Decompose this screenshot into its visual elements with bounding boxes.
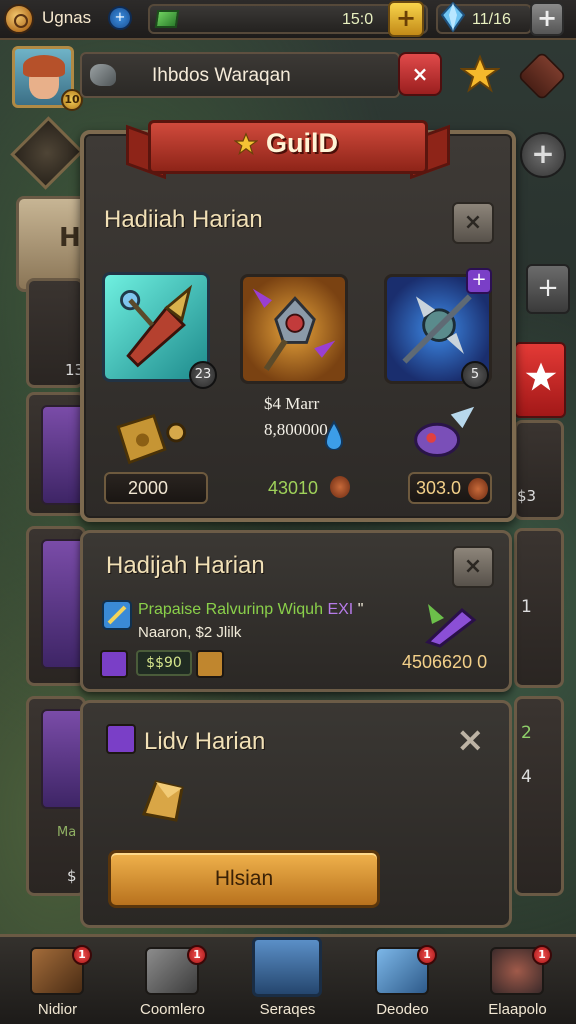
spiked-mace-icon bbox=[252, 288, 336, 371]
green-gem-icon bbox=[154, 10, 180, 28]
featured-star-button[interactable] bbox=[514, 342, 566, 418]
reward-desc-line-2: 8,800000 bbox=[264, 420, 328, 439]
nav-item-coomlero[interactable]: 1 Coomlero bbox=[115, 937, 230, 1024]
drill-weapon-icon bbox=[120, 284, 193, 368]
quest-subtext: Naaron, $2 Jlilk bbox=[138, 624, 242, 641]
quest-mini-reward: $$90 bbox=[136, 650, 192, 676]
daily-reward-close-button[interactable]: × bbox=[452, 202, 494, 244]
price-3: 303.0 bbox=[416, 478, 462, 498]
nav-label-5: Elaapolo bbox=[488, 1001, 547, 1018]
nav-badge-4: 1 bbox=[417, 945, 437, 965]
add-resource-button[interactable]: + bbox=[388, 1, 424, 37]
nav-item-elaapolo[interactable]: 1 Elaapolo bbox=[460, 937, 575, 1024]
nav-badge-1: 1 bbox=[72, 945, 92, 965]
quest-reward-value: 4506620 0 bbox=[402, 652, 488, 672]
green-resource-counter: 15:0 bbox=[148, 4, 428, 34]
ribbon-star-icon bbox=[234, 132, 258, 156]
side-card-4[interactable]: Ma $ bbox=[26, 696, 87, 896]
sword-quest-icon bbox=[102, 600, 132, 630]
side-card-2[interactable] bbox=[26, 392, 87, 516]
daily-list-close-button[interactable]: × bbox=[456, 720, 485, 760]
bottom-navigation: 1 Nidior 1 Coomlero Seraqes 1 Deodeo 1 E… bbox=[0, 934, 576, 1024]
nav-item-nidior[interactable]: 1 Nidior bbox=[0, 937, 115, 1024]
quest-text-highlight: EXI bbox=[327, 601, 354, 618]
avatar-hair bbox=[23, 55, 65, 77]
nav-label-4: Deodeo bbox=[376, 1001, 429, 1018]
favorites-star-icon[interactable] bbox=[460, 54, 500, 94]
nav-item-seraqes[interactable]: Seraqes bbox=[230, 937, 345, 1024]
side-card-1[interactable]: 13 bbox=[26, 278, 84, 388]
nav-badge-2: 1 bbox=[187, 945, 207, 965]
resource-bar: Ugnas + 15:0 + 11/16 + bbox=[0, 0, 576, 40]
side-add-button[interactable]: + bbox=[526, 264, 570, 314]
nav-label-1: Nidior bbox=[37, 1001, 78, 1018]
info-badge-button[interactable]: + bbox=[108, 6, 132, 30]
purple-creature-icon bbox=[414, 406, 475, 457]
side-right-value-1: $3 bbox=[517, 487, 537, 505]
title-bar: Ihbdos Waraqan bbox=[80, 52, 400, 98]
battle-sword-button[interactable] bbox=[517, 51, 567, 101]
reward-tile-mace[interactable] bbox=[240, 274, 348, 384]
close-button[interactable]: × bbox=[398, 52, 442, 96]
purple-crystal-weapon-icon bbox=[425, 604, 477, 648]
reward-tile-drill-weapon[interactable]: 23 bbox=[102, 272, 217, 389]
purple-blade-icon bbox=[106, 724, 136, 754]
side-card-4-text: Ma bbox=[57, 825, 77, 840]
claim-button[interactable]: Hlsian bbox=[108, 850, 380, 908]
reward-desc-line-1: $4 Marr bbox=[264, 394, 320, 413]
page-title: Ihbdos Waraqan bbox=[152, 65, 291, 86]
nav-label-3: Seraqes bbox=[259, 1001, 316, 1018]
price-2: 43010 bbox=[268, 478, 319, 498]
side-right-value-4: 4 bbox=[521, 767, 532, 787]
side-right-value-3: 2 bbox=[521, 723, 532, 743]
side-card-3[interactable] bbox=[26, 526, 87, 686]
price-box-1[interactable]: 2000 bbox=[104, 472, 208, 504]
green-resource-value: 15:0 bbox=[342, 11, 374, 28]
daily-list-title: Lidv Harian bbox=[144, 728, 266, 755]
coin-icon bbox=[4, 4, 34, 34]
add-gems-button[interactable]: + bbox=[530, 2, 564, 36]
purple-sword-icon bbox=[100, 650, 128, 678]
nav-badge-5: 1 bbox=[532, 945, 552, 965]
gold-shard-icon bbox=[141, 780, 184, 822]
quest-text-main: Prapaise Ralvurinp Wiquh bbox=[138, 601, 323, 618]
side-card-letter: H bbox=[59, 223, 81, 253]
side-right-value-2: 1 bbox=[521, 597, 532, 617]
player-name: Ugnas bbox=[42, 8, 92, 27]
star-icon bbox=[525, 362, 557, 391]
add-slot-button[interactable]: + bbox=[520, 132, 566, 178]
purple-plus-badge[interactable]: + bbox=[466, 268, 492, 294]
copper-coin-icon bbox=[330, 476, 350, 498]
gold-item-icon bbox=[196, 650, 224, 678]
guild-ribbon-banner: GuilD bbox=[126, 116, 450, 180]
reward-tile-1-count: 23 bbox=[189, 361, 217, 389]
gold-chest-icon bbox=[116, 413, 186, 465]
price-box-3[interactable]: 303.0 bbox=[408, 472, 492, 504]
side-card-right-1[interactable]: $3 bbox=[514, 420, 564, 520]
water-drop-icon bbox=[324, 420, 344, 450]
rock-icon bbox=[90, 64, 116, 86]
price-1: 2000 bbox=[128, 478, 169, 498]
copper-coin-icon bbox=[468, 478, 488, 500]
quest-description: Prapaise Ralvurinp Wiquh EXI " bbox=[138, 601, 363, 619]
reward-tile-3-count: 5 bbox=[461, 361, 489, 389]
guild-title: GuilD bbox=[266, 128, 338, 158]
castle-icon bbox=[252, 937, 322, 997]
quest-text-tail: " bbox=[357, 601, 364, 618]
guild-emblem-icon bbox=[10, 116, 84, 190]
side-card-right-2[interactable]: 1 bbox=[514, 528, 564, 688]
side-card-right-3[interactable]: 2 4 bbox=[514, 696, 564, 896]
nav-item-deodeo[interactable]: 1 Deodeo bbox=[345, 937, 460, 1024]
nav-label-2: Coomlero bbox=[139, 1001, 206, 1018]
daily-quest-title: Hadijah Harian bbox=[106, 552, 265, 579]
daily-reward-title: Hadiiah Harian bbox=[104, 206, 263, 233]
daily-quest-close-button[interactable]: × bbox=[452, 546, 494, 588]
claim-button-label: Hlsian bbox=[214, 867, 274, 890]
side-card-4-value: $ bbox=[67, 867, 77, 885]
diamond-icon bbox=[441, 2, 465, 32]
diamond-value: 11/16 bbox=[472, 11, 511, 28]
